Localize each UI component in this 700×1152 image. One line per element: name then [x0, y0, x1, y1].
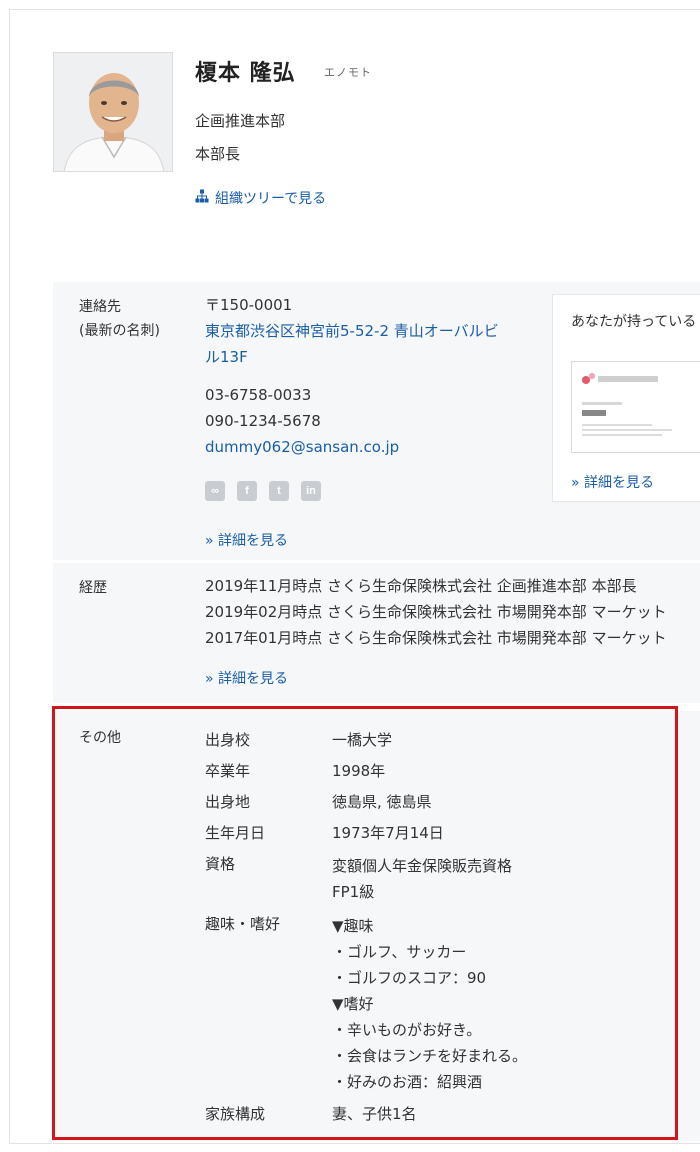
phone-number: 03-6758-0033 [205, 386, 312, 404]
career-label: 経歴 [79, 580, 107, 596]
career-entry: 2017年01月時点 さくら生命保険株式会社 市場開発本部 マーケット [205, 629, 667, 647]
card-panel-caption: あなたが持っている [571, 314, 697, 330]
eight-icon[interactable]: ∞ [205, 481, 225, 501]
career-history-section: 経歴 2019年11月時点 さくら生命保険株式会社 企画推進本部 本部長 201… [53, 563, 700, 703]
person-title: 本部長 [195, 145, 241, 163]
contact-label-line1: 連絡先 [79, 299, 121, 315]
career-entries: 2019年11月時点 さくら生命保険株式会社 企画推進本部 本部長 2019年0… [205, 573, 667, 651]
highlight-box [52, 706, 678, 1140]
postal-code: 〒150-0001 [205, 296, 293, 314]
career-entry: 2019年02月時点 さくら生命保険株式会社 市場開発本部 マーケット [205, 603, 667, 621]
contact-detail-link[interactable]: » 詳細を見る [205, 530, 288, 550]
career-detail-link[interactable]: » 詳細を見る [205, 668, 288, 688]
contact-details: 〒150-0001 東京都渋谷区神宮前5-52-2 青山オーバルビ ル13F 0… [205, 292, 545, 460]
card-detail-link[interactable]: » 詳細を見る [571, 472, 654, 492]
person-name: 榎本 隆弘 [195, 61, 296, 86]
address-link-line2[interactable]: ル13F [205, 344, 545, 370]
contact-label: 連絡先 (最新の名刺) [79, 296, 160, 343]
address-link-line1[interactable]: 東京都渋谷区神宮前5-52-2 青山オーバルビ [205, 318, 545, 344]
org-tree-link-label: 組織ツリーで見る [215, 191, 327, 207]
contact-section: 連絡先 (最新の名刺) 〒150-0001 東京都渋谷区神宮前5-52-2 青山… [53, 282, 700, 560]
business-card-panel: あなたが持っている » 詳細を見る [552, 294, 700, 502]
contact-label-line2: (最新の名刺) [79, 323, 160, 340]
career-entry: 2019年11月時点 さくら生命保険株式会社 企画推進本部 本部長 [205, 577, 637, 595]
person-department: 企画推進本部 [195, 112, 286, 130]
linkedin-icon[interactable]: in [301, 481, 321, 501]
person-name-kana: エノモト [324, 66, 372, 79]
email-link[interactable]: dummy062@sansan.co.jp [205, 434, 545, 460]
twitter-icon[interactable]: t [269, 481, 289, 501]
profile-photo [53, 52, 173, 172]
mobile-number: 090-1234-5678 [205, 412, 321, 430]
org-tree-icon [195, 189, 209, 207]
business-card-thumbnail[interactable] [571, 361, 700, 453]
facebook-icon[interactable]: f [237, 481, 257, 501]
social-links: ∞ f t in [205, 481, 321, 501]
org-tree-link[interactable]: 組織ツリーで見る [195, 188, 326, 208]
